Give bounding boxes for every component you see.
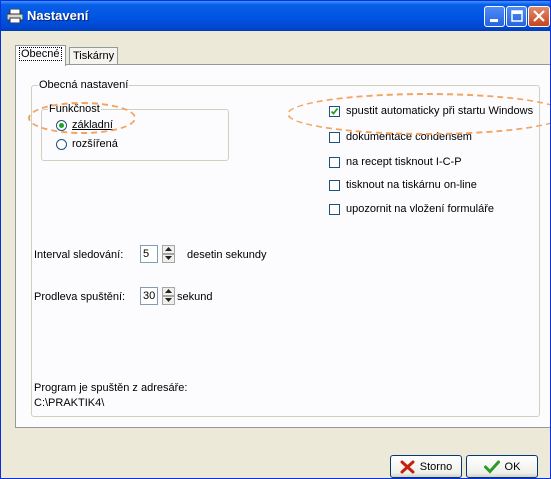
tab-printers-label: Tiskárny bbox=[73, 50, 115, 62]
radio-extended[interactable]: rozšířená bbox=[56, 138, 118, 150]
checkbox-documentation[interactable]: dokumentace condensem bbox=[329, 131, 472, 143]
functionality-label: Funkčnost bbox=[48, 103, 101, 115]
ok-button[interactable]: OK bbox=[466, 455, 538, 478]
tab-printers[interactable]: Tiskárny bbox=[69, 47, 119, 64]
checkbox-form-warning-box bbox=[329, 203, 340, 215]
settings-window: Nastavení Obecné Tiskárny Obecná nastave… bbox=[0, 0, 551, 479]
checkbox-form-warning-label: upozornit na vložení formuláře bbox=[346, 203, 494, 215]
general-settings-label: Obecná nastavení bbox=[38, 79, 130, 91]
interval-spinner bbox=[140, 245, 175, 263]
tab-general-label: Obecné bbox=[19, 47, 62, 61]
green-check-icon bbox=[483, 460, 500, 474]
interval-input[interactable] bbox=[140, 245, 158, 263]
tab-general[interactable]: Obecné bbox=[15, 45, 66, 66]
checkbox-autostart[interactable]: spustit automaticky při startu Windows bbox=[329, 105, 533, 117]
interval-up-arrow[interactable] bbox=[162, 245, 175, 254]
ok-button-label: OK bbox=[504, 460, 521, 473]
checkbox-online-print-box bbox=[329, 179, 340, 191]
interval-label: Interval sledování: bbox=[34, 249, 124, 261]
interval-unit: desetin sekundy bbox=[187, 249, 267, 261]
printer-icon bbox=[6, 8, 24, 24]
tab-panel: Obecná nastavení Funkčnost základní rozš… bbox=[15, 64, 550, 428]
title-bar[interactable]: Nastavení bbox=[1, 1, 550, 31]
radio-basic-label: základní bbox=[72, 119, 113, 131]
interval-down-arrow[interactable] bbox=[162, 254, 175, 263]
radio-basic-indicator bbox=[56, 119, 67, 131]
checkbox-online-print-label: tisknout na tiskárnu on-line bbox=[346, 179, 477, 191]
radio-extended-label: rozšířená bbox=[72, 138, 118, 150]
checkbox-recipe-print-label: na recept tisknout I-C-P bbox=[346, 156, 462, 168]
window-title: Nastavení bbox=[27, 8, 89, 23]
delay-input[interactable] bbox=[140, 287, 158, 305]
checkbox-documentation-label: dokumentace condensem bbox=[346, 131, 472, 143]
delay-up-arrow[interactable] bbox=[162, 287, 175, 296]
delay-spin-buttons bbox=[162, 287, 175, 305]
close-button[interactable] bbox=[528, 6, 550, 27]
cancel-button-label: Storno bbox=[419, 460, 453, 473]
minimize-button[interactable] bbox=[484, 6, 505, 27]
functionality-group: Funkčnost bbox=[41, 103, 229, 161]
checkbox-online-print[interactable]: tisknout na tiskárnu on-line bbox=[329, 179, 477, 191]
checkbox-documentation-box bbox=[329, 131, 340, 143]
checkbox-autostart-box bbox=[329, 105, 340, 117]
program-path-value: C:\PRAKTIK4\ bbox=[34, 397, 105, 409]
cancel-button[interactable]: Storno bbox=[390, 455, 462, 478]
interval-spin-buttons bbox=[162, 245, 175, 263]
maximize-button[interactable] bbox=[506, 6, 527, 27]
checkbox-recipe-print-box bbox=[329, 156, 340, 168]
checkbox-form-warning[interactable]: upozornit na vložení formuláře bbox=[329, 203, 494, 215]
delay-spinner bbox=[140, 287, 175, 305]
program-path-label: Program je spuštěn z adresáře: bbox=[34, 382, 188, 394]
radio-basic[interactable]: základní bbox=[56, 119, 113, 131]
radio-extended-indicator bbox=[56, 138, 67, 150]
red-x-icon bbox=[400, 460, 415, 473]
delay-unit: sekund bbox=[177, 291, 213, 303]
checkbox-recipe-print[interactable]: na recept tisknout I-C-P bbox=[329, 156, 462, 168]
delay-down-arrow[interactable] bbox=[162, 296, 175, 305]
delay-label: Prodleva spuštění: bbox=[34, 291, 126, 303]
checkbox-autostart-label: spustit automaticky při startu Windows bbox=[346, 105, 534, 117]
